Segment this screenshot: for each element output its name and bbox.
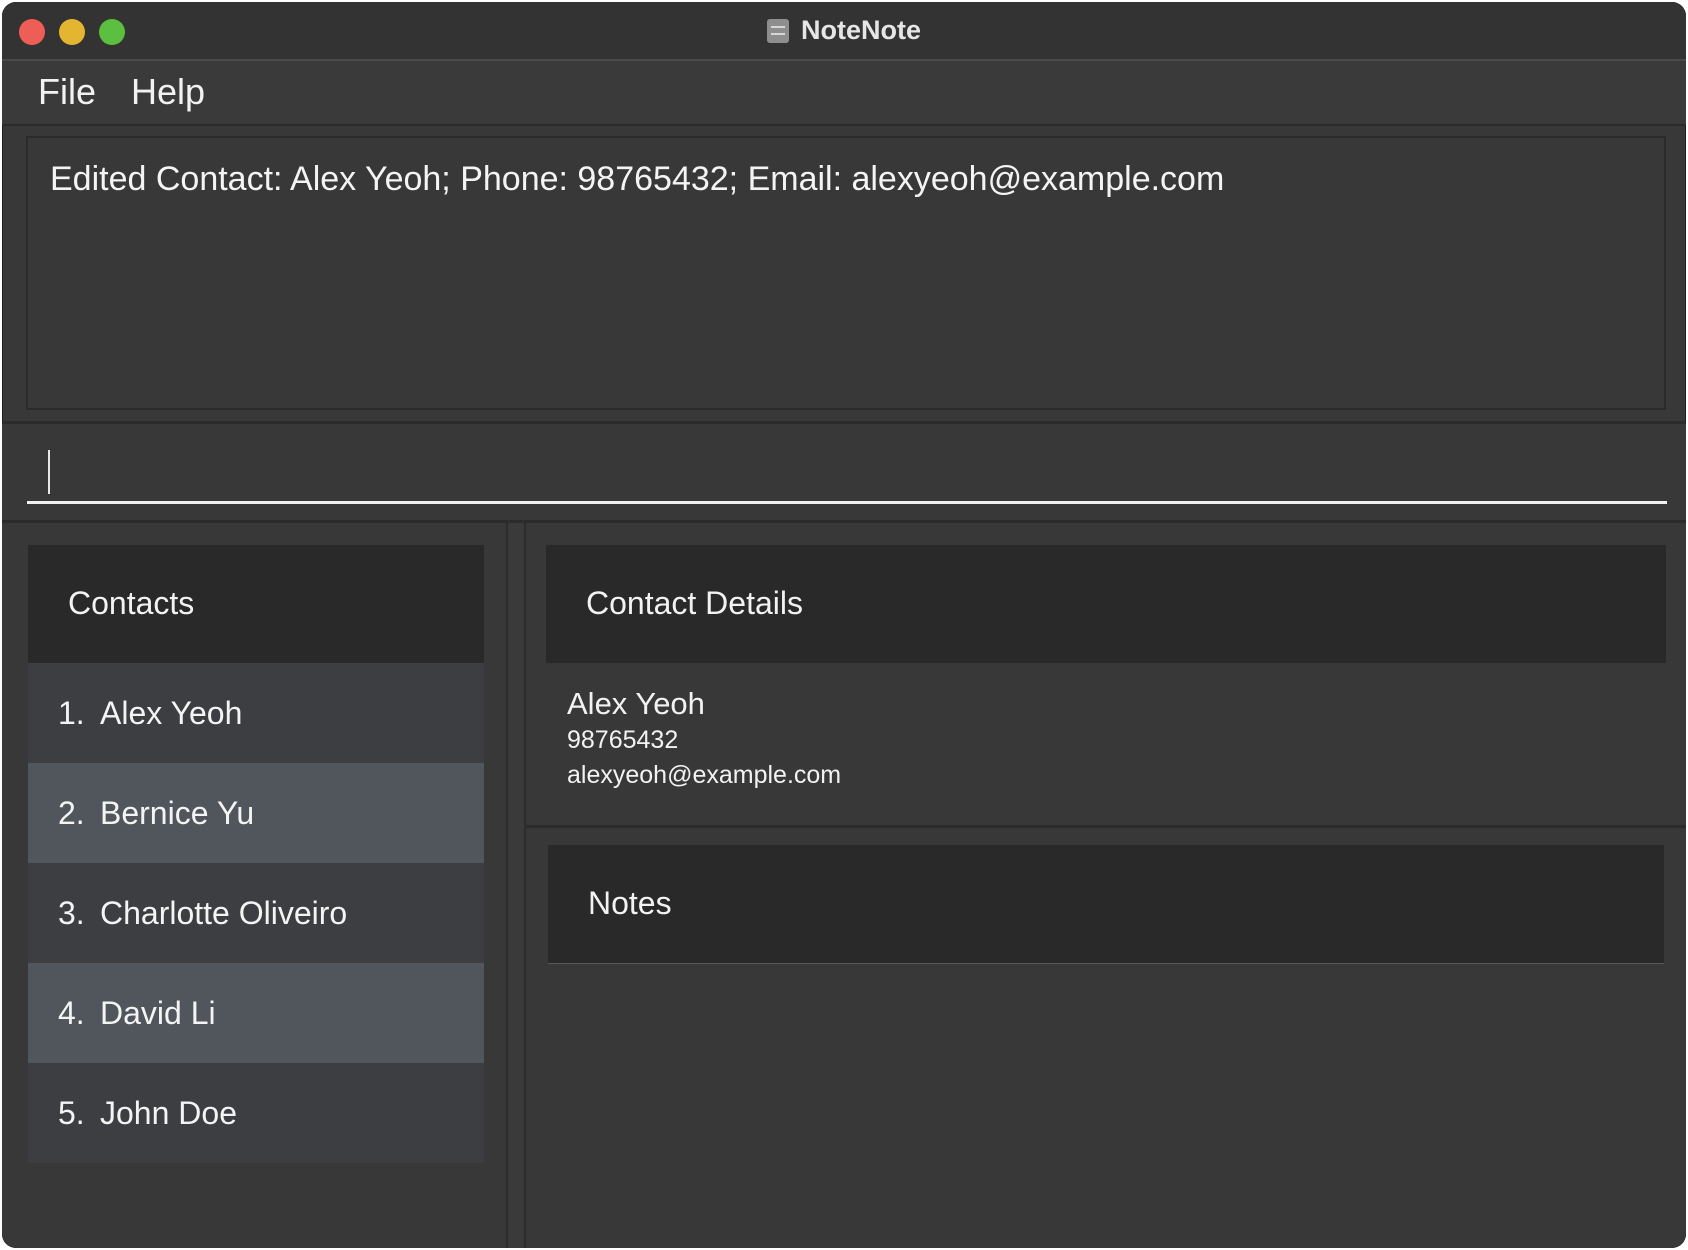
contact-list-item[interactable]: 3. Charlotte Oliveiro	[28, 863, 484, 963]
contact-details-panel: Contact Details Alex Yeoh 98765432 alexy…	[526, 523, 1686, 1248]
contact-list-item[interactable]: 5. John Doe	[28, 1063, 484, 1163]
contact-list[interactable]: 1. Alex Yeoh 2. Bernice Yu 3. Charlotte Oli…	[28, 663, 484, 1163]
detail-name: Alex Yeoh	[567, 686, 705, 721]
menu-bar: File Help	[2, 61, 1686, 126]
contact-list-item[interactable]: 1. Alex Yeoh	[28, 663, 484, 763]
contact-item-text: 4. David Li	[58, 995, 216, 1032]
notes-heading: Notes	[588, 885, 672, 921]
contact-index: 3.	[58, 895, 85, 931]
contact-name: John Doe	[100, 1095, 237, 1131]
contact-list-panel: Contacts 1. Alex Yeoh 2. Bernice Yu 3. Char…	[2, 523, 506, 1248]
notenote-app-icon	[767, 18, 789, 43]
contact-item-text: 1. Alex Yeoh	[58, 695, 242, 732]
contact-index: 5.	[58, 1095, 85, 1131]
window-title: NoteNote	[801, 15, 921, 45]
contact-name: Alex Yeoh	[100, 695, 243, 731]
contacts-header: Contacts	[28, 545, 484, 663]
contact-list-item[interactable]: 2. Bernice Yu	[28, 763, 484, 863]
result-message: Edited Contact: Alex Yeoh; Phone: 987654…	[50, 160, 1225, 198]
menu-file[interactable]: File	[32, 71, 102, 113]
contact-item-text: 2. Bernice Yu	[58, 795, 254, 832]
contact-index: 1.	[58, 695, 85, 731]
command-input[interactable]	[27, 442, 1667, 504]
contact-name: David Li	[100, 995, 216, 1031]
contact-details-header: Contact Details	[546, 545, 1666, 663]
detail-email: alexyeoh@example.com	[567, 761, 842, 789]
split-pane-divider[interactable]	[506, 523, 526, 1248]
text-caret	[48, 450, 50, 494]
menu-help[interactable]: Help	[125, 71, 211, 113]
result-display: Edited Contact: Alex Yeoh; Phone: 987654…	[26, 136, 1666, 410]
title-wrap: NoteNote	[2, 2, 1686, 59]
contact-details-heading: Contact Details	[586, 585, 803, 621]
contact-item-text: 3. Charlotte Oliveiro	[58, 895, 347, 932]
contact-list-item[interactable]: 4. David Li	[28, 963, 484, 1063]
contacts-heading: Contacts	[68, 585, 195, 621]
title-bar: NoteNote	[2, 2, 1686, 61]
divider	[526, 825, 1686, 828]
app-window: NoteNote File Help Edited Contact: Alex …	[2, 2, 1686, 1248]
contact-name: Bernice Yu	[100, 795, 255, 831]
command-box	[2, 424, 1686, 520]
contact-index: 4.	[58, 995, 85, 1031]
contact-item-text: 5. John Doe	[58, 1095, 237, 1132]
notes-area[interactable]	[548, 963, 1664, 1224]
contact-index: 2.	[58, 795, 85, 831]
notes-header: Notes	[548, 845, 1664, 963]
detail-phone: 98765432	[567, 726, 679, 754]
contact-name: Charlotte Oliveiro	[100, 895, 348, 931]
